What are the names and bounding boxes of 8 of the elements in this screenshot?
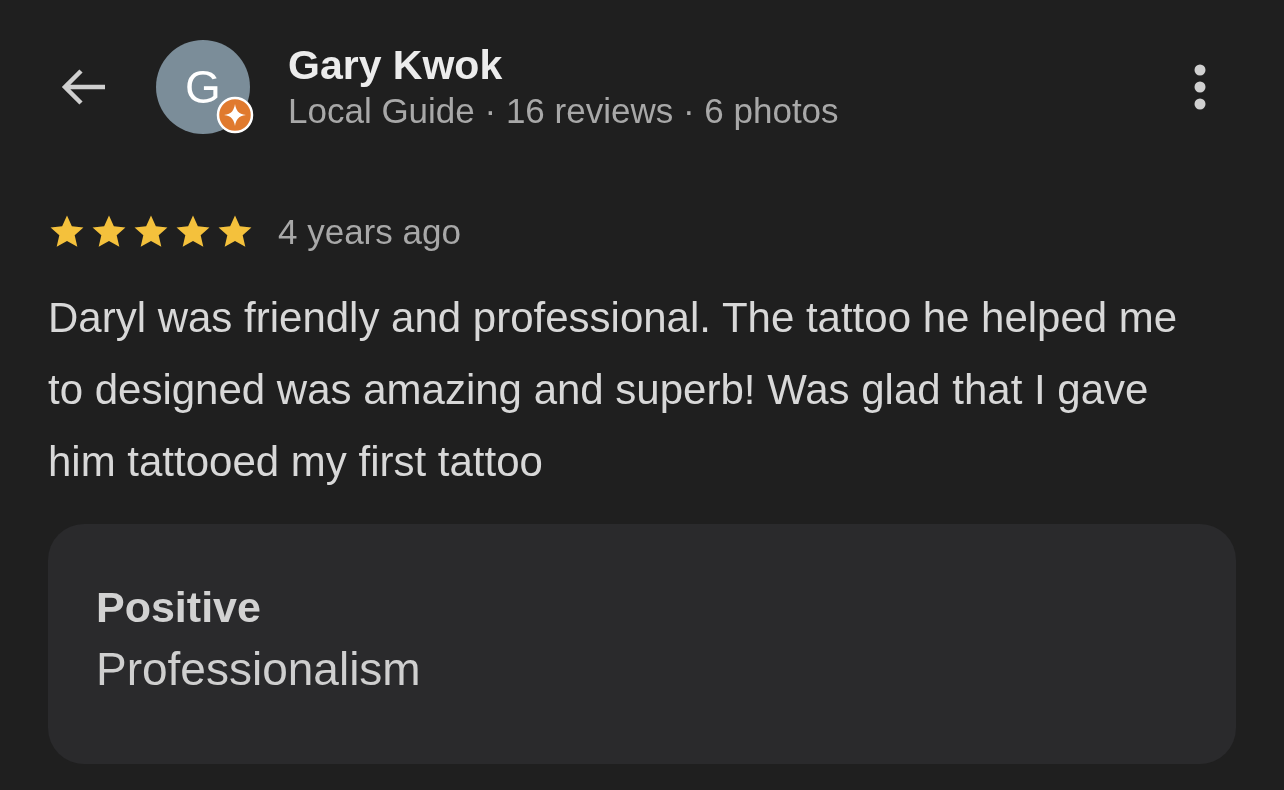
- reviewer-name[interactable]: Gary Kwok: [288, 41, 1188, 89]
- back-arrow-icon: [59, 67, 107, 107]
- highlight-item: Professionalism: [96, 642, 422, 697]
- review-text: Daryl was friendly and professional. The tattoo he helped me to designed was amazing and superb! Was glad that I gave him tattooed my first tattoo: [48, 293, 1179, 487]
- more-icon: [1193, 63, 1207, 111]
- review-time: 4 years ago: [278, 212, 461, 252]
- highlights-title: Positive: [96, 582, 262, 633]
- reviewer-details: Local Guide · 16 reviews · 6 photos: [288, 90, 840, 132]
